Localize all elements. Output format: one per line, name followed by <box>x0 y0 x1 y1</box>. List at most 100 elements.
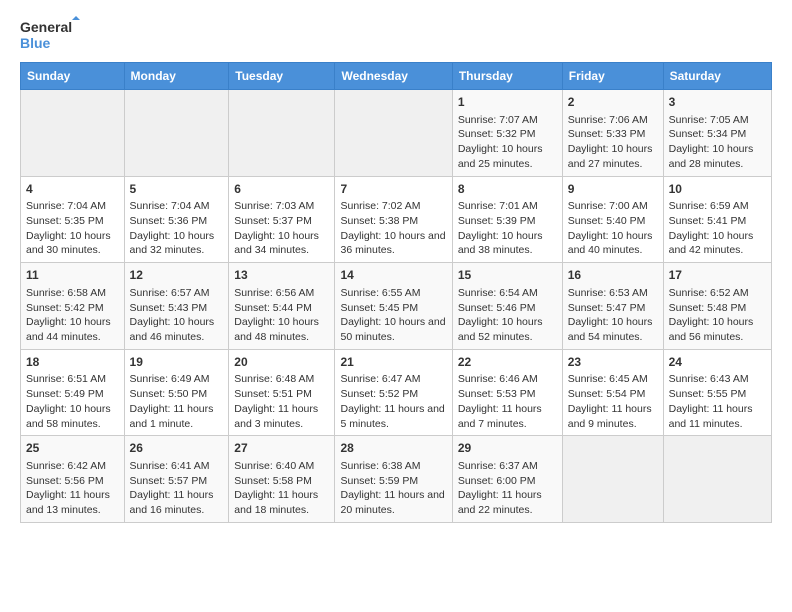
svg-text:General: General <box>20 19 72 35</box>
header-row: SundayMondayTuesdayWednesdayThursdayFrid… <box>21 63 772 90</box>
calendar-cell: 20Sunrise: 6:48 AMSunset: 5:51 PMDayligh… <box>229 349 335 436</box>
calendar-cell: 7Sunrise: 7:02 AMSunset: 5:38 PMDaylight… <box>335 176 452 263</box>
calendar-cell <box>124 90 229 177</box>
cell-text: Sunset: 6:00 PM <box>458 474 557 489</box>
calendar-cell: 6Sunrise: 7:03 AMSunset: 5:37 PMDaylight… <box>229 176 335 263</box>
cell-text: Sunset: 5:45 PM <box>340 301 446 316</box>
cell-text: Daylight: 10 hours and 40 minutes. <box>568 229 658 258</box>
cell-text: Sunset: 5:47 PM <box>568 301 658 316</box>
cell-text: Sunrise: 7:01 AM <box>458 199 557 214</box>
cell-text: Daylight: 11 hours and 13 minutes. <box>26 488 119 517</box>
day-number: 8 <box>458 181 557 198</box>
day-number: 28 <box>340 440 446 457</box>
day-number: 16 <box>568 267 658 284</box>
calendar-cell: 14Sunrise: 6:55 AMSunset: 5:45 PMDayligh… <box>335 263 452 350</box>
cell-text: Sunset: 5:46 PM <box>458 301 557 316</box>
logo: GeneralBlue <box>20 16 80 52</box>
day-number: 25 <box>26 440 119 457</box>
cell-text: Sunrise: 6:45 AM <box>568 372 658 387</box>
cell-text: Daylight: 11 hours and 9 minutes. <box>568 402 658 431</box>
cell-text: Sunrise: 6:52 AM <box>669 286 766 301</box>
cell-text: Sunrise: 7:03 AM <box>234 199 329 214</box>
cell-text: Daylight: 11 hours and 20 minutes. <box>340 488 446 517</box>
day-number: 12 <box>130 267 224 284</box>
day-number: 19 <box>130 354 224 371</box>
cell-text: Sunrise: 7:00 AM <box>568 199 658 214</box>
day-number: 17 <box>669 267 766 284</box>
calendar-cell: 10Sunrise: 6:59 AMSunset: 5:41 PMDayligh… <box>663 176 771 263</box>
svg-text:Blue: Blue <box>20 35 51 51</box>
cell-text: Sunset: 5:35 PM <box>26 214 119 229</box>
cell-text: Daylight: 11 hours and 22 minutes. <box>458 488 557 517</box>
day-number: 1 <box>458 94 557 111</box>
calendar-cell <box>562 436 663 523</box>
cell-text: Daylight: 10 hours and 48 minutes. <box>234 315 329 344</box>
cell-text: Daylight: 10 hours and 54 minutes. <box>568 315 658 344</box>
week-row-3: 11Sunrise: 6:58 AMSunset: 5:42 PMDayligh… <box>21 263 772 350</box>
cell-text: Daylight: 10 hours and 32 minutes. <box>130 229 224 258</box>
cell-text: Daylight: 11 hours and 3 minutes. <box>234 402 329 431</box>
cell-text: Sunrise: 6:56 AM <box>234 286 329 301</box>
calendar-cell: 12Sunrise: 6:57 AMSunset: 5:43 PMDayligh… <box>124 263 229 350</box>
day-number: 4 <box>26 181 119 198</box>
cell-text: Sunrise: 6:55 AM <box>340 286 446 301</box>
day-number: 11 <box>26 267 119 284</box>
col-header-monday: Monday <box>124 63 229 90</box>
cell-text: Daylight: 10 hours and 42 minutes. <box>669 229 766 258</box>
cell-text: Sunrise: 6:37 AM <box>458 459 557 474</box>
cell-text: Daylight: 11 hours and 18 minutes. <box>234 488 329 517</box>
cell-text: Sunset: 5:44 PM <box>234 301 329 316</box>
week-row-1: 1Sunrise: 7:07 AMSunset: 5:32 PMDaylight… <box>21 90 772 177</box>
cell-text: Sunrise: 6:48 AM <box>234 372 329 387</box>
cell-text: Daylight: 10 hours and 38 minutes. <box>458 229 557 258</box>
cell-text: Sunset: 5:37 PM <box>234 214 329 229</box>
day-number: 18 <box>26 354 119 371</box>
cell-text: Sunset: 5:50 PM <box>130 387 224 402</box>
cell-text: Sunset: 5:48 PM <box>669 301 766 316</box>
calendar-cell <box>663 436 771 523</box>
cell-text: Sunset: 5:33 PM <box>568 127 658 142</box>
cell-text: Sunset: 5:43 PM <box>130 301 224 316</box>
cell-text: Daylight: 10 hours and 36 minutes. <box>340 229 446 258</box>
calendar-cell: 21Sunrise: 6:47 AMSunset: 5:52 PMDayligh… <box>335 349 452 436</box>
day-number: 9 <box>568 181 658 198</box>
day-number: 2 <box>568 94 658 111</box>
day-number: 29 <box>458 440 557 457</box>
calendar-cell: 13Sunrise: 6:56 AMSunset: 5:44 PMDayligh… <box>229 263 335 350</box>
col-header-sunday: Sunday <box>21 63 125 90</box>
day-number: 15 <box>458 267 557 284</box>
cell-text: Sunset: 5:49 PM <box>26 387 119 402</box>
cell-text: Sunrise: 7:02 AM <box>340 199 446 214</box>
cell-text: Sunset: 5:57 PM <box>130 474 224 489</box>
cell-text: Sunset: 5:56 PM <box>26 474 119 489</box>
cell-text: Sunrise: 7:07 AM <box>458 113 557 128</box>
calendar-cell: 11Sunrise: 6:58 AMSunset: 5:42 PMDayligh… <box>21 263 125 350</box>
day-number: 23 <box>568 354 658 371</box>
calendar-cell: 16 Sunrise: 6:53 AMSunset: 5:47 PMDayligh… <box>562 263 663 350</box>
day-number: 7 <box>340 181 446 198</box>
day-number: 20 <box>234 354 329 371</box>
cell-text: Daylight: 11 hours and 1 minute. <box>130 402 224 431</box>
cell-text: Daylight: 10 hours and 27 minutes. <box>568 142 658 171</box>
calendar-cell: 17Sunrise: 6:52 AMSunset: 5:48 PMDayligh… <box>663 263 771 350</box>
cell-text: Sunrise: 6:53 AM <box>568 286 658 301</box>
cell-text: Sunrise: 6:51 AM <box>26 372 119 387</box>
col-header-thursday: Thursday <box>452 63 562 90</box>
day-number: 5 <box>130 181 224 198</box>
cell-text: Sunset: 5:58 PM <box>234 474 329 489</box>
cell-text: Sunset: 5:51 PM <box>234 387 329 402</box>
cell-text: Sunset: 5:53 PM <box>458 387 557 402</box>
cell-text: Sunrise: 6:42 AM <box>26 459 119 474</box>
day-number: 22 <box>458 354 557 371</box>
calendar-cell <box>335 90 452 177</box>
calendar-cell: 24Sunrise: 6:43 AMSunset: 5:55 PMDayligh… <box>663 349 771 436</box>
cell-text: Daylight: 10 hours and 46 minutes. <box>130 315 224 344</box>
week-row-2: 4Sunrise: 7:04 AMSunset: 5:35 PMDaylight… <box>21 176 772 263</box>
calendar-table: SundayMondayTuesdayWednesdayThursdayFrid… <box>20 62 772 523</box>
cell-text: Sunrise: 6:54 AM <box>458 286 557 301</box>
cell-text: Sunset: 5:54 PM <box>568 387 658 402</box>
day-number: 26 <box>130 440 224 457</box>
col-header-tuesday: Tuesday <box>229 63 335 90</box>
cell-text: Sunrise: 6:46 AM <box>458 372 557 387</box>
cell-text: Daylight: 11 hours and 7 minutes. <box>458 402 557 431</box>
